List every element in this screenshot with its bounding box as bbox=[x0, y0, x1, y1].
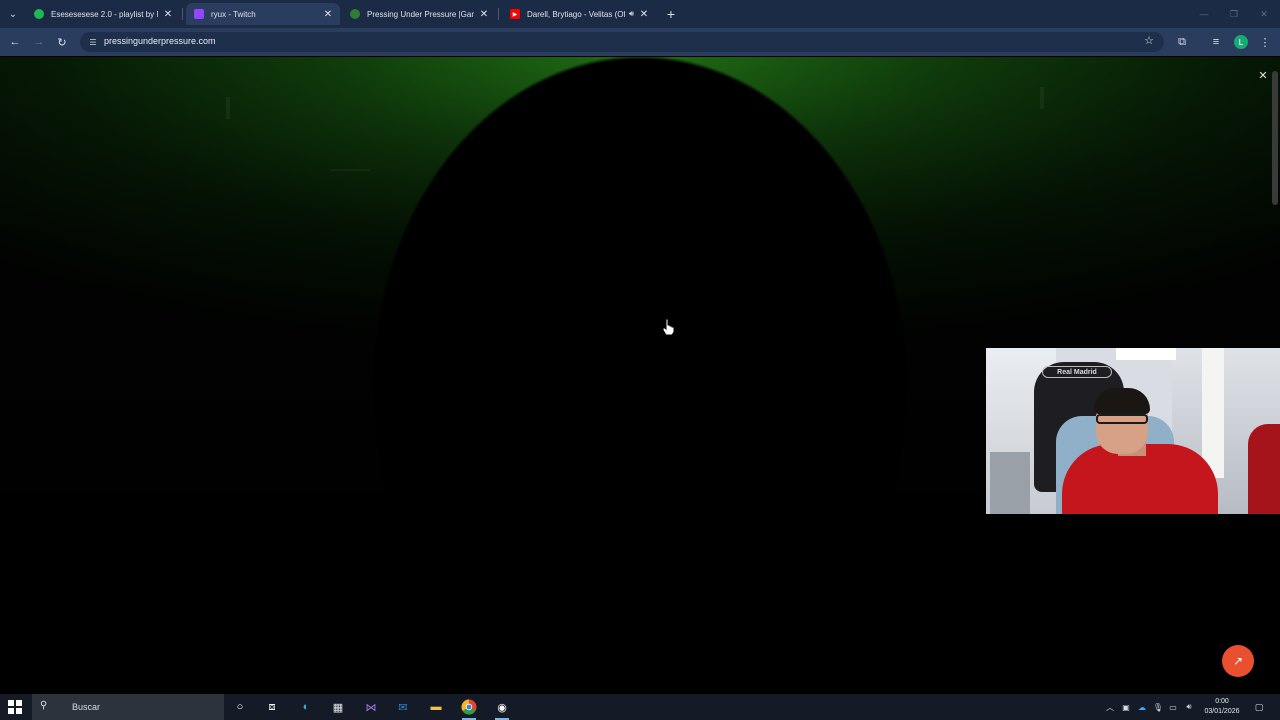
tab-twitch[interactable]: ryux - Twitch ✕ bbox=[186, 3, 340, 25]
game-icon bbox=[350, 9, 360, 19]
speaker-icon[interactable]: 🔊︎ bbox=[629, 9, 634, 19]
obs-icon[interactable]: ◉ bbox=[492, 697, 512, 720]
chrome-icon[interactable] bbox=[459, 697, 479, 720]
url-text[interactable]: pressingunderpressure.com bbox=[104, 36, 216, 46]
tab-youtube[interactable]: ▶ Darell, Brytiago - Velitas (Of 🔊︎ ✕ bbox=[502, 3, 656, 25]
tab-title: Esesesesese 2.0 - playlist by Na bbox=[51, 9, 158, 19]
window-close-icon[interactable]: ✕ bbox=[1248, 0, 1280, 28]
device-icon[interactable]: ▣ bbox=[1120, 700, 1132, 714]
tab-title: ryux - Twitch bbox=[211, 9, 256, 19]
tab-divider bbox=[498, 8, 499, 20]
file-explorer-icon[interactable]: ▬ bbox=[426, 697, 446, 717]
browser-toolbar: ← → ↻ ☰ pressingunderpressure.com ☆ ⧉ ≡ … bbox=[0, 28, 1280, 56]
tab-pressing-under-pressure[interactable]: Pressing Under Pressure |Game ✕ bbox=[342, 3, 496, 25]
webcam-overlay: Real Madrid bbox=[986, 348, 1280, 514]
minimize-icon[interactable]: — bbox=[1188, 0, 1220, 28]
tab-spotify[interactable]: Esesesesese 2.0 - playlist by Na ✕ bbox=[26, 3, 180, 25]
tab-title: Pressing Under Pressure |Game bbox=[367, 9, 474, 19]
new-tab-button[interactable]: + bbox=[662, 5, 680, 23]
jersey-logo: Real Madrid bbox=[1042, 366, 1112, 378]
forward-icon[interactable]: → bbox=[30, 33, 48, 51]
hand-cursor-icon bbox=[662, 318, 675, 336]
back-icon[interactable]: ← bbox=[6, 33, 24, 51]
chrome-logo bbox=[461, 699, 477, 715]
tab-search-icon[interactable]: ⌄ bbox=[4, 5, 22, 23]
address-bar[interactable]: ☰ pressingunderpressure.com ☆ bbox=[80, 32, 1164, 52]
microphone-icon[interactable]: 🎙︎ bbox=[1152, 700, 1164, 714]
spotify-icon bbox=[34, 9, 44, 19]
profile-avatar[interactable]: L bbox=[1234, 35, 1248, 49]
webcam-person-glasses bbox=[1096, 414, 1148, 424]
tab-divider bbox=[182, 8, 183, 20]
tab-title: Darell, Brytiago - Velitas (Of bbox=[527, 9, 625, 19]
media-control-icon[interactable]: ≡ bbox=[1207, 33, 1225, 51]
tab-strip: ⌄ Esesesesese 2.0 - playlist by Na ✕ ryu… bbox=[0, 0, 1280, 28]
webcam-shelf bbox=[1202, 348, 1224, 478]
close-icon[interactable]: ✕ bbox=[638, 8, 650, 20]
store-icon[interactable]: ▦ bbox=[328, 697, 348, 717]
webcam-ceiling bbox=[1116, 348, 1176, 360]
bookmark-star-icon[interactable]: ☆ bbox=[1144, 34, 1154, 47]
taskbar-search[interactable]: ⚲ Buscar bbox=[32, 694, 224, 720]
extensions-icon[interactable]: ⧉ bbox=[1173, 33, 1191, 51]
clock-date: 03/01/2026 bbox=[1204, 708, 1240, 715]
network-icon[interactable]: ▭ bbox=[1167, 700, 1179, 714]
maximize-icon[interactable]: ❐ bbox=[1218, 0, 1250, 28]
volume-icon[interactable]: 🔊︎ bbox=[1183, 700, 1195, 714]
onedrive-icon[interactable]: ☁ bbox=[1136, 700, 1148, 714]
site-info-icon[interactable]: ☰ bbox=[86, 35, 100, 49]
task-view-icon[interactable]: ⧈ bbox=[262, 697, 282, 717]
close-icon[interactable]: ✕ bbox=[322, 8, 334, 20]
scrollbar-thumb[interactable] bbox=[1272, 71, 1278, 205]
webcam-furniture bbox=[990, 452, 1030, 514]
scrollbar[interactable] bbox=[1270, 57, 1280, 694]
share-button[interactable]: ↗ bbox=[1222, 645, 1254, 677]
mail-icon[interactable]: ✉ bbox=[393, 697, 413, 717]
close-icon[interactable]: ✕ bbox=[162, 8, 174, 20]
search-placeholder[interactable]: Buscar bbox=[72, 702, 100, 712]
clock-time: 0:00 bbox=[1215, 698, 1229, 705]
windows-start-icon[interactable] bbox=[8, 700, 22, 714]
game-page[interactable]: ✕ Real Madrid ↗ bbox=[0, 57, 1280, 694]
taskbar-clock[interactable]: 0:00 03/01/2026 bbox=[1196, 697, 1248, 717]
notifications-icon[interactable]: ▢ bbox=[1252, 700, 1266, 714]
visual-studio-icon[interactable]: ⋈ bbox=[361, 697, 381, 717]
search-icon: ⚲ bbox=[40, 700, 48, 711]
webcam-person-hair bbox=[1094, 388, 1150, 414]
windows-taskbar: ⚲ Buscar ○ ⧈ ◐ ▦ ⋈ ✉ ▬ ◉ ︿ ▣ ☁ 🎙︎ ▭ 🔊︎ 0… bbox=[0, 694, 1280, 720]
edge-icon[interactable]: ◐ bbox=[296, 697, 316, 717]
reload-icon[interactable]: ↻ bbox=[53, 33, 71, 51]
twitch-icon bbox=[194, 9, 204, 19]
cortana-icon[interactable]: ○ bbox=[230, 697, 250, 717]
close-icon[interactable]: ✕ bbox=[478, 8, 490, 20]
youtube-icon: ▶ bbox=[510, 9, 520, 19]
show-hidden-icons[interactable]: ︿ bbox=[1104, 700, 1116, 714]
menu-icon[interactable]: ⋮ bbox=[1256, 33, 1274, 51]
